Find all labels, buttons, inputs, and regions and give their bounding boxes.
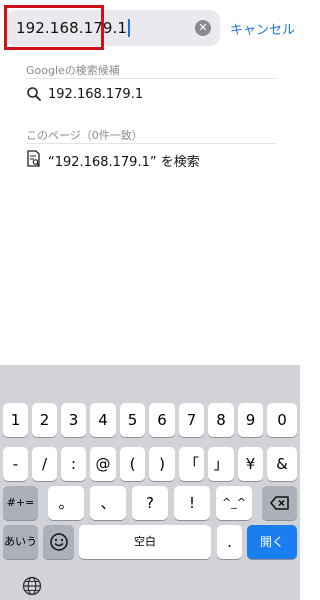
- key-period[interactable]: .: [217, 525, 242, 559]
- find-in-page-header: このページ（0件一致）: [26, 129, 143, 142]
- key-close-paren[interactable]: ): [149, 447, 175, 481]
- globe-icon[interactable]: [22, 576, 42, 600]
- clear-icon[interactable]: ✕: [195, 20, 211, 36]
- space-key[interactable]: 空白: [79, 525, 211, 559]
- text-cursor: [128, 19, 131, 37]
- key-ampersand[interactable]: &: [267, 447, 297, 481]
- find-in-page-label: “192.168.179.1” を検索: [48, 155, 200, 170]
- symbol-mode-key[interactable]: #+=: [3, 486, 38, 520]
- key-3[interactable]: 3: [61, 403, 86, 437]
- key-exclamation[interactable]: !: [174, 486, 210, 520]
- key-at[interactable]: @: [90, 447, 116, 481]
- google-suggestions-header: Googleの検索候補: [26, 64, 120, 77]
- keyboard: 1 2 3 4 5 6 7 8 9 0 - / : @ ( ) 「 」 ¥ & …: [0, 365, 300, 600]
- key-2[interactable]: 2: [32, 403, 57, 437]
- find-in-page-icon: [26, 150, 42, 172]
- highlight-annotation-box: [4, 5, 104, 50]
- key-9[interactable]: 9: [238, 403, 263, 437]
- kana-mode-key[interactable]: あいう: [3, 525, 38, 559]
- key-open-paren[interactable]: (: [120, 447, 145, 481]
- suggestion-row[interactable]: 192.168.179.1: [26, 84, 276, 110]
- key-5[interactable]: 5: [120, 403, 145, 437]
- key-question[interactable]: ?: [132, 486, 168, 520]
- backspace-key[interactable]: [262, 486, 297, 520]
- cancel-button[interactable]: キャンセル: [230, 19, 295, 38]
- key-hyphen[interactable]: -: [3, 447, 28, 481]
- backspace-icon: [269, 494, 290, 512]
- divider: [26, 78, 276, 79]
- emoji-key[interactable]: [43, 525, 74, 559]
- key-8[interactable]: 8: [208, 403, 234, 437]
- key-0[interactable]: 0: [267, 403, 297, 437]
- find-in-page-row[interactable]: “192.168.179.1” を検索: [26, 148, 276, 174]
- divider: [26, 143, 276, 144]
- key-4[interactable]: 4: [90, 403, 116, 437]
- key-colon[interactable]: :: [61, 447, 86, 481]
- key-maru[interactable]: 。: [48, 486, 84, 520]
- key-1[interactable]: 1: [3, 403, 28, 437]
- key-slash[interactable]: /: [32, 447, 57, 481]
- open-button[interactable]: 開く: [247, 525, 297, 559]
- emoji-icon: [49, 533, 69, 551]
- search-icon: [26, 86, 42, 106]
- suggestion-label: 192.168.179.1: [48, 87, 144, 102]
- key-7[interactable]: 7: [179, 403, 204, 437]
- key-yen[interactable]: ¥: [238, 447, 263, 481]
- key-open-bracket[interactable]: 「: [179, 447, 204, 481]
- key-kaomoji[interactable]: ^_^: [216, 486, 252, 520]
- key-close-bracket[interactable]: 」: [208, 447, 234, 481]
- key-ten[interactable]: 、: [90, 486, 126, 520]
- key-6[interactable]: 6: [149, 403, 175, 437]
